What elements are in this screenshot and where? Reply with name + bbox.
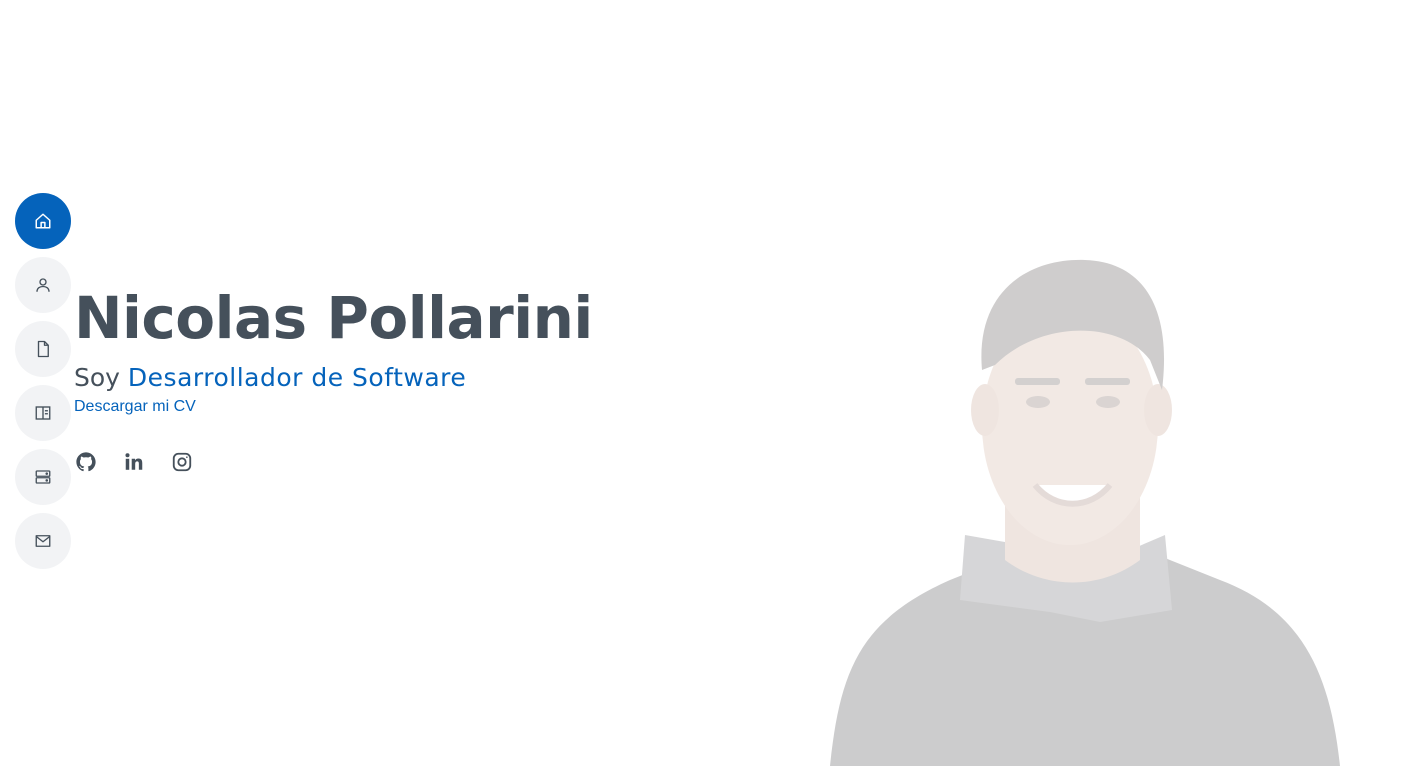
hero-role-prefix: Soy xyxy=(74,363,128,392)
file-icon xyxy=(37,340,49,358)
hero-content: Nicolas Pollarini Soy Desarrollador de S… xyxy=(74,280,593,474)
side-nav xyxy=(15,193,71,569)
book-icon xyxy=(35,406,51,420)
nav-contact-button[interactable] xyxy=(15,513,71,569)
home-icon xyxy=(35,213,51,229)
envelope-icon xyxy=(35,535,51,547)
github-link[interactable] xyxy=(74,450,98,474)
linkedin-link[interactable] xyxy=(122,450,146,474)
download-cv-link[interactable]: Descargar mi CV xyxy=(74,396,196,418)
hero-role-typed: Desarrollador de Software xyxy=(127,363,467,392)
nav-resume-button[interactable] xyxy=(15,321,71,377)
profile-portrait xyxy=(800,250,1360,766)
nav-services-button[interactable] xyxy=(15,449,71,505)
hero-role: Soy Desarrollador de Software xyxy=(74,362,593,394)
nav-portfolio-button[interactable] xyxy=(15,385,71,441)
linkedin-icon xyxy=(125,453,143,470)
user-icon xyxy=(36,278,50,292)
hero-section: Nicolas Pollarini Soy Desarrollador de S… xyxy=(0,0,1419,766)
instagram-icon xyxy=(172,452,192,472)
instagram-link[interactable] xyxy=(170,450,194,474)
hero-name: Nicolas Pollarini xyxy=(74,284,593,352)
social-links xyxy=(74,450,593,474)
nav-home-button[interactable] xyxy=(15,193,71,249)
server-icon xyxy=(35,470,51,484)
github-icon xyxy=(76,452,96,472)
nav-about-button[interactable] xyxy=(15,257,71,313)
